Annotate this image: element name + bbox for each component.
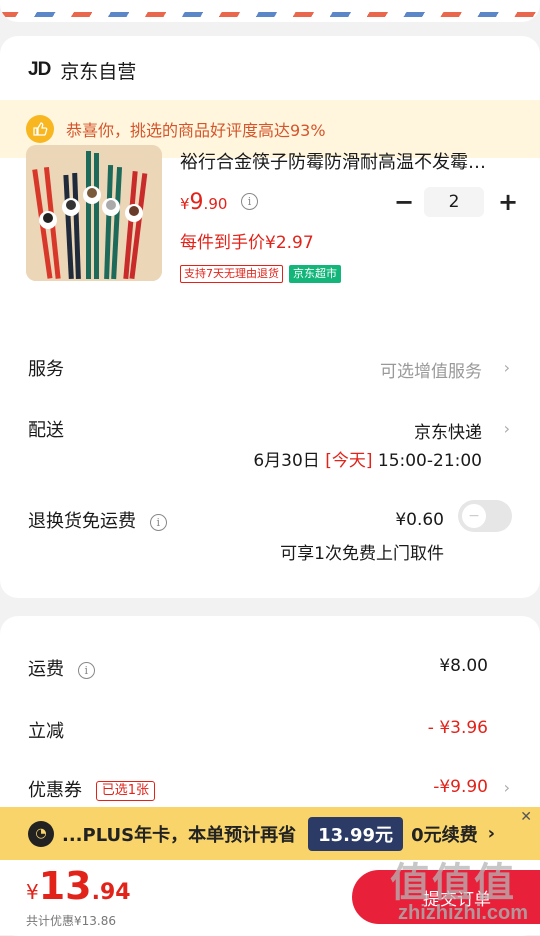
plus-renew: 0元续费 — [411, 824, 478, 846]
watermark-logo: 值值值 — [390, 860, 516, 906]
return-freight-label: 退换货免运费 i — [28, 507, 167, 533]
service-value[interactable]: 可选增值服务 — [380, 357, 482, 382]
total-saved: 共计优惠¥13.86 — [26, 912, 116, 929]
saved-label: 共计优惠¥13.86 — [26, 914, 116, 928]
chevron-right-icon[interactable]: › — [488, 823, 495, 844]
coupon-text: 优惠券 — [28, 780, 82, 801]
toggle-knob: − — [462, 504, 486, 528]
total-integer: 13 — [38, 864, 92, 908]
plus-amount: 13.99元 — [308, 816, 404, 851]
praise-text: 恭喜你，挑选的商品好评度高达93% — [66, 121, 326, 140]
total-price: ¥ 13 .94 — [26, 864, 131, 908]
thumb-up-icon — [26, 115, 54, 143]
discount-value: - ¥3.96 — [427, 718, 488, 738]
shipping-text: 运费 — [28, 659, 64, 680]
supermarket-tag: 京东超市 — [289, 265, 341, 283]
return-freight-toggle[interactable]: − — [458, 500, 512, 532]
delivery-value[interactable]: 京东快递 — [414, 418, 482, 443]
coupon-count-tag: 已选1张 — [95, 781, 156, 801]
watermark-url: zhizhizhi.com — [398, 902, 528, 924]
chevron-right-icon[interactable]: › — [504, 358, 510, 377]
shop-header: JD 京东自营 — [28, 56, 136, 84]
shipping-value: ¥8.00 — [439, 656, 488, 676]
product-price: ¥ 9 .90 — [180, 190, 227, 215]
plus-text: ...PLUS年卡，本单预计再省 — [62, 824, 297, 846]
price-integer: 9 — [189, 190, 204, 215]
coupon-label[interactable]: 优惠券 已选1张 — [28, 776, 156, 802]
delivery-today: [今天] — [325, 451, 373, 471]
quantity-stepper: − 2 + — [394, 187, 518, 217]
total-currency: ¥ — [26, 880, 39, 904]
shop-name: 京东自营 — [60, 60, 137, 83]
delivery-window: 15:00-21:00 — [377, 451, 482, 471]
price-info-icon[interactable]: i — [241, 193, 258, 210]
delivery-label: 配送 — [28, 420, 64, 441]
quantity-input[interactable]: 2 — [424, 187, 484, 217]
return-policy-tag: 支持7天无理由退货 — [180, 265, 283, 283]
coupon-value[interactable]: -¥9.90 — [433, 777, 488, 797]
close-icon[interactable]: ✕ — [520, 809, 532, 825]
airmail-border — [0, 0, 540, 22]
shipping-label: 运费 i — [28, 655, 95, 681]
chevron-right-icon[interactable]: › — [504, 778, 510, 797]
delivery-date: 6月30日 — [253, 451, 320, 471]
return-freight-text: 退换货免运费 — [28, 511, 136, 532]
product-tags: 支持7天无理由退货 京东超市 — [180, 265, 341, 283]
product-title[interactable]: 裕行合金筷子防霉防滑耐高温不发霉… — [180, 148, 520, 174]
unit-final-price: 每件到手价¥2.97 — [180, 233, 314, 253]
chevron-right-icon[interactable]: › — [504, 419, 510, 438]
service-label: 服务 — [28, 359, 64, 380]
price-decimal: .90 — [203, 195, 228, 213]
price-currency: ¥ — [180, 195, 190, 213]
return-freight-desc: 可享1次免费上门取件 — [280, 544, 444, 564]
delivery-time[interactable]: 6月30日 [今天] 15:00-21:00 — [253, 446, 482, 471]
jd-logo: JD — [28, 59, 51, 80]
product-image[interactable] — [26, 145, 162, 281]
discount-label: 立减 — [28, 721, 64, 742]
decrease-button[interactable]: − — [394, 188, 414, 216]
total-decimal: .94 — [91, 880, 131, 905]
return-freight-price: ¥0.60 — [395, 510, 444, 530]
plus-logo-icon: ◔ — [28, 820, 54, 847]
increase-button[interactable]: + — [498, 188, 518, 216]
info-icon[interactable]: i — [149, 513, 167, 531]
info-icon[interactable]: i — [77, 661, 95, 679]
